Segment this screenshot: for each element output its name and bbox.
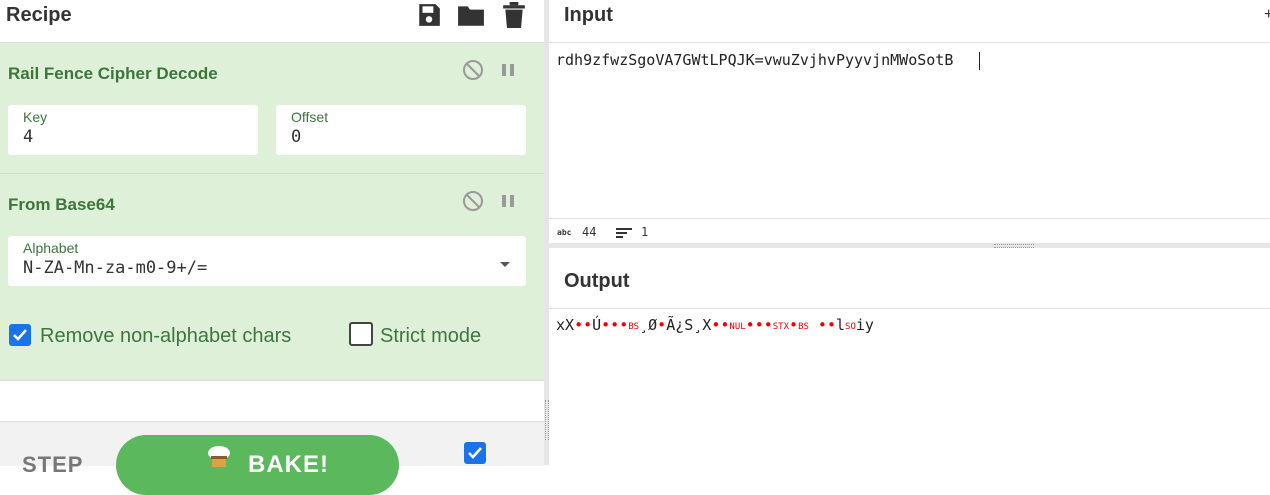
remove-non-alphabet-checkbox[interactable] bbox=[9, 324, 31, 346]
output-char: iy bbox=[855, 316, 874, 334]
output-char: xX bbox=[556, 316, 575, 334]
recipe-panel: Recipe Rail Fence Cipher Decode Key 4 Of… bbox=[0, 0, 544, 495]
folder-icon[interactable] bbox=[457, 2, 485, 30]
output-char: Ã¿S¸X bbox=[666, 316, 712, 334]
control-char-label: NUL bbox=[729, 322, 746, 332]
operation-from-base64: From Base64 Alphabet N-ZA-Mn-za-m0-9+/= … bbox=[0, 174, 544, 380]
operation-rail-fence: Rail Fence Cipher Decode Key 4 Offset 0 bbox=[0, 43, 544, 173]
controls-bar: STEP BAKE! bbox=[0, 421, 544, 495]
input-textarea[interactable] bbox=[549, 43, 1270, 218]
add-tab-icon[interactable]: + bbox=[1264, 6, 1270, 24]
control-char-label: STX bbox=[772, 322, 790, 332]
key-value[interactable]: 4 bbox=[23, 127, 33, 147]
disable-icon[interactable] bbox=[462, 190, 484, 212]
pause-icon[interactable] bbox=[497, 190, 519, 212]
length-icon: abc bbox=[557, 228, 572, 237]
offset-field[interactable]: Offset 0 bbox=[276, 105, 526, 155]
control-char-label: BS bbox=[628, 322, 640, 332]
alphabet-value: N-ZA-Mn-za-m0-9+/= bbox=[23, 258, 208, 278]
output-text[interactable]: xX••Ú•••BS¸Ø•Ã¿S¸X••NUL•••STX•BS ••lSOiy bbox=[556, 316, 874, 334]
dropdown-arrow-icon[interactable] bbox=[499, 256, 511, 274]
pause-icon[interactable] bbox=[497, 59, 519, 81]
key-field[interactable]: Key 4 bbox=[8, 105, 258, 155]
output-char: l bbox=[836, 316, 846, 334]
nonprintable-dot: •• bbox=[808, 316, 836, 334]
step-button[interactable]: STEP bbox=[22, 452, 83, 478]
checkmark-icon bbox=[468, 447, 482, 459]
remove-non-alphabet-label[interactable]: Remove non-alphabet chars bbox=[40, 325, 291, 348]
alphabet-label: Alphabet bbox=[23, 240, 79, 256]
trash-icon[interactable] bbox=[502, 2, 530, 30]
key-label: Key bbox=[23, 109, 48, 125]
save-icon[interactable] bbox=[416, 2, 444, 30]
nonprintable-dot: •• bbox=[574, 316, 593, 334]
grip-icon bbox=[545, 400, 549, 440]
bake-button[interactable]: BAKE! bbox=[116, 435, 399, 495]
input-title: Input bbox=[564, 4, 613, 26]
nonprintable-dot: ••• bbox=[601, 316, 629, 334]
output-title: Output bbox=[564, 270, 630, 292]
input-status-bar: abc 44 1 bbox=[549, 218, 1270, 244]
strict-mode-checkbox[interactable] bbox=[349, 322, 373, 346]
control-char-label: BS bbox=[798, 322, 809, 332]
input-text[interactable]: rdh9zfwzSgoVA7GWtLPQJK=vwuZvjhvPyyvjnMWo… bbox=[556, 51, 953, 69]
bake-label: BAKE! bbox=[248, 451, 329, 478]
nonprintable-dot: • bbox=[789, 316, 799, 334]
offset-value[interactable]: 0 bbox=[291, 127, 301, 147]
auto-bake-checkbox[interactable] bbox=[464, 442, 486, 464]
operation-title: From Base64 bbox=[8, 195, 115, 214]
lines-icon bbox=[616, 226, 632, 244]
input-lines: 1 bbox=[641, 225, 649, 239]
operation-title: Rail Fence Cipher Decode bbox=[8, 64, 218, 83]
checkmark-icon bbox=[13, 329, 27, 341]
alphabet-select[interactable]: Alphabet N-ZA-Mn-za-m0-9+/= bbox=[8, 236, 526, 286]
output-header: Output bbox=[549, 248, 1270, 309]
input-header: Input + bbox=[549, 0, 1270, 43]
nonprintable-dot: • bbox=[657, 316, 667, 334]
strict-mode-label[interactable]: Strict mode bbox=[380, 325, 481, 348]
recipe-header: Recipe bbox=[0, 0, 544, 43]
disable-icon[interactable] bbox=[462, 59, 484, 81]
chef-icon bbox=[204, 445, 234, 480]
nonprintable-dot: ••• bbox=[745, 316, 773, 334]
control-char-label: SO bbox=[845, 322, 856, 332]
output-char: ¸Ø bbox=[639, 316, 658, 334]
op-divider bbox=[0, 380, 544, 381]
output-char: Ú bbox=[592, 316, 602, 334]
offset-label: Offset bbox=[291, 109, 329, 125]
nonprintable-dot: •• bbox=[711, 316, 730, 334]
input-length: 44 bbox=[582, 225, 597, 239]
text-cursor bbox=[979, 52, 980, 70]
recipe-title: Recipe bbox=[6, 4, 72, 26]
